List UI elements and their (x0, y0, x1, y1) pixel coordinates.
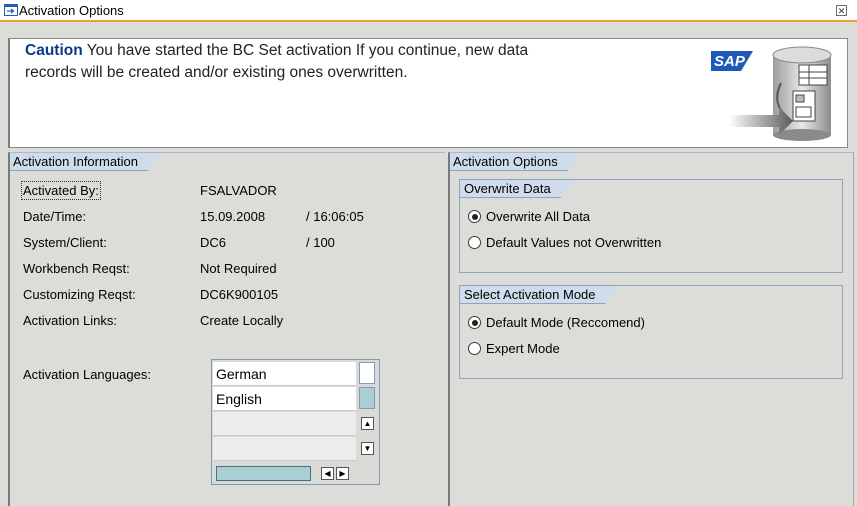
caution-label: Caution (25, 42, 83, 59)
caution-text-line1: You have started the BC Set activation I… (82, 42, 529, 59)
close-icon[interactable]: ✕ (836, 5, 847, 16)
activation-options-heading: Activation Options (450, 153, 580, 171)
default-values-not-overwritten-label[interactable]: Default Values not Overwritten (486, 235, 661, 250)
workbench-reqst-value: Not Required (200, 261, 277, 276)
activation-links-label: Activation Links: (23, 313, 117, 328)
svg-text:SAP: SAP (714, 53, 746, 70)
activation-mode-group: Select Activation Mode Default Mode (Rec… (459, 285, 843, 379)
activation-information-heading: Activation Information (10, 153, 160, 171)
date-value: 15.09.2008 (200, 209, 266, 224)
language-cell[interactable]: English (213, 387, 356, 411)
row-selector[interactable] (359, 387, 375, 409)
client-value: / 100 (306, 235, 335, 250)
caution-message: Caution You have started the BC Set acti… (25, 40, 665, 84)
expert-mode-radio[interactable] (468, 342, 481, 355)
overwrite-data-heading: Overwrite Data (460, 180, 573, 198)
window-arrow-icon (4, 4, 18, 16)
workbench-reqst-label: Workbench Reqst: (23, 261, 130, 276)
overwrite-data-group: Overwrite Data Overwrite All Data Defaul… (459, 179, 843, 273)
customizing-reqst-label: Customizing Reqst: (23, 287, 136, 302)
language-cell[interactable]: German (213, 362, 356, 386)
activation-information-panel: Activation Information Activated By: FSA… (8, 152, 445, 506)
horizontal-scrollbar[interactable] (216, 466, 311, 481)
customizing-reqst-value: DC6K900105 (200, 287, 279, 302)
activation-options-panel: Activation Options Overwrite Data Overwr… (448, 152, 854, 506)
system-client-label: System/Client: (23, 235, 107, 250)
sap-logo: SAP (711, 46, 832, 141)
scroll-left-icon[interactable]: ◀ (321, 467, 334, 480)
overwrite-all-label[interactable]: Overwrite All Data (486, 209, 590, 224)
activated-by-value: FSALVADOR (200, 183, 277, 198)
overwrite-all-radio[interactable] (468, 210, 481, 223)
window-title: Activation Options (19, 3, 124, 18)
activation-links-value: Create Locally (200, 313, 284, 328)
default-values-not-overwritten-radio[interactable] (468, 236, 481, 249)
language-cell[interactable] (213, 412, 356, 436)
activation-languages-label: Activation Languages: (23, 367, 151, 382)
caution-text-line2: records will be created and/or existing … (25, 64, 408, 81)
time-value: / 16:06:05 (306, 209, 364, 224)
row-selector[interactable] (359, 362, 375, 384)
default-mode-radio[interactable] (468, 316, 481, 329)
languages-table: German English ▲ ▼ ◀ ▶ (211, 359, 380, 485)
activation-mode-heading: Select Activation Mode (460, 286, 618, 304)
title-bar: Activation Options ✕ (0, 0, 857, 22)
scroll-up-icon[interactable]: ▲ (361, 417, 374, 430)
activated-by-label: Activated By: (21, 181, 101, 200)
system-value: DC6 (200, 235, 227, 250)
language-cell[interactable] (213, 437, 356, 461)
expert-mode-label[interactable]: Expert Mode (486, 341, 560, 356)
default-mode-label[interactable]: Default Mode (Reccomend) (486, 315, 645, 330)
scroll-down-icon[interactable]: ▼ (361, 442, 374, 455)
date-time-label: Date/Time: (23, 209, 87, 224)
scroll-right-icon[interactable]: ▶ (336, 467, 349, 480)
